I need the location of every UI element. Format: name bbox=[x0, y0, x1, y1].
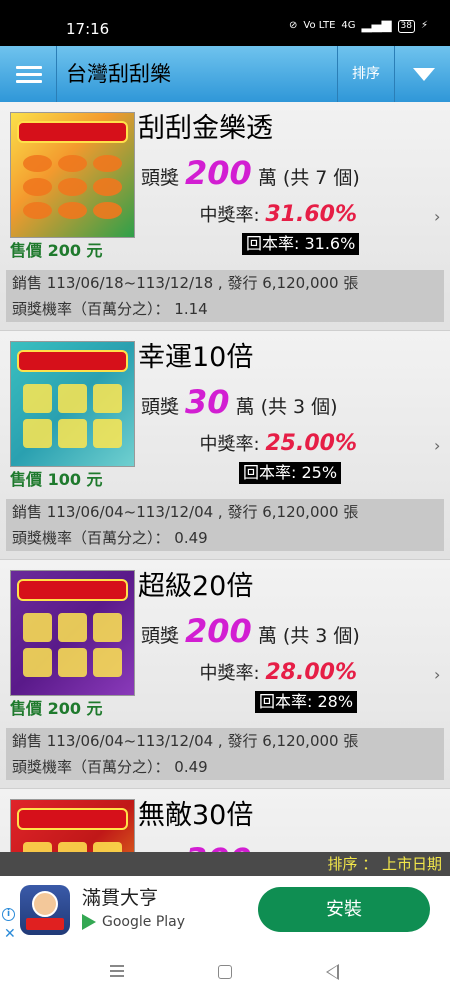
prize-amount: 30 bbox=[185, 383, 230, 421]
status-time: 17:16 bbox=[66, 20, 110, 38]
ticket-list[interactable]: 刮刮金樂透 頭獎 200 萬 (共 7 個) 中獎率: 31.60% 回本率: 31… bbox=[0, 102, 450, 852]
return-rate: 回本率: 25% bbox=[239, 462, 342, 484]
ad-close-icon[interactable]: ✕ bbox=[4, 926, 16, 942]
home-button[interactable] bbox=[218, 965, 232, 979]
ticket-card[interactable]: 刮刮金樂透 頭獎 200 萬 (共 7 個) 中獎率: 31.60% 回本率: 31… bbox=[0, 102, 450, 331]
ticket-info: 銷售 113/06/18~113/12/18 , 發行 6,120,000 張 … bbox=[6, 270, 444, 322]
ticket-image bbox=[10, 112, 135, 238]
prize-amount: 200 bbox=[185, 612, 252, 650]
win-rate-value: 25.00% bbox=[265, 431, 357, 456]
ticket-name: 超級20倍 bbox=[138, 571, 254, 602]
ticket-price: 售價 200 元 bbox=[10, 241, 103, 260]
prize-prefix: 頭獎 bbox=[141, 396, 180, 418]
ad-app-icon-face bbox=[32, 891, 58, 917]
ticket-image bbox=[10, 570, 135, 696]
win-rate-label: 中獎率: bbox=[199, 663, 260, 684]
ticket-card[interactable]: 無敵30倍 頭獎300 bbox=[0, 789, 450, 852]
app-title: 台灣刮刮樂 bbox=[66, 62, 171, 86]
do-not-disturb-icon: ⊘ bbox=[289, 20, 298, 31]
menu-icon bbox=[16, 66, 42, 69]
recent-apps-button[interactable] bbox=[110, 965, 124, 977]
chevron-down-icon[interactable] bbox=[394, 46, 450, 102]
ticket-price: 售價 100 元 bbox=[10, 470, 103, 489]
sale-period: 銷售 113/06/04~113/12/04 , 發行 6,120,000 張 bbox=[12, 732, 359, 750]
signal-icon: ▂▄▆ bbox=[361, 18, 392, 33]
prize-suffix: 萬 (共 3 個) bbox=[235, 396, 338, 418]
app-screen: 17:16 ⊘ Vo LTE 4G ▂▄▆ 38 ⚡ 台灣刮刮樂 排序 刮刮金樂… bbox=[0, 0, 450, 1000]
prize-prefix: 頭獎 bbox=[141, 625, 180, 647]
ad-app-icon[interactable] bbox=[20, 885, 70, 935]
ticket-image-grid bbox=[23, 613, 122, 677]
back-button[interactable] bbox=[326, 964, 339, 980]
status-bar: 17:16 ⊘ Vo LTE 4G ▂▄▆ 38 ⚡ bbox=[0, 0, 450, 46]
ticket-name: 刮刮金樂透 bbox=[138, 113, 273, 144]
ad-store: Google Play bbox=[82, 913, 185, 931]
sort-footer: 排序 ： 上市日期 bbox=[0, 852, 450, 876]
chevron-right-icon: › bbox=[434, 436, 441, 455]
chevron-right-icon: › bbox=[434, 665, 441, 684]
sale-period: 銷售 113/06/04~113/12/04 , 發行 6,120,000 張 bbox=[12, 503, 359, 521]
ticket-card[interactable]: 超級20倍 頭獎 200 萬 (共 3 個) 中獎率: 28.00% 回本率: 28… bbox=[0, 560, 450, 789]
ticket-image bbox=[10, 799, 135, 852]
prize-suffix: 萬 (共 3 個) bbox=[257, 625, 360, 647]
ticket-image-banner bbox=[17, 350, 128, 372]
return-rate: 回本率: 28% bbox=[255, 691, 358, 713]
network-type: 4G bbox=[341, 20, 356, 31]
ticket-image-grid bbox=[23, 842, 122, 852]
ticket-image-grid bbox=[23, 155, 122, 219]
top-prize-odds: 頭獎機率（百萬分之）： 0.49 bbox=[12, 758, 208, 776]
menu-button[interactable] bbox=[0, 46, 57, 102]
ad-store-label: Google Play bbox=[102, 914, 186, 930]
ticket-image-banner bbox=[17, 121, 128, 143]
sort-button[interactable]: 排序 bbox=[337, 46, 394, 102]
prize-line: 頭獎 200 萬 (共 3 個) bbox=[141, 615, 360, 652]
ticket-info: 銷售 113/06/04~113/12/04 , 發行 6,120,000 張 … bbox=[6, 499, 444, 551]
prize-line: 頭獎300 bbox=[141, 844, 258, 852]
menu-icon-line bbox=[16, 80, 42, 83]
app-bar: 台灣刮刮樂 排序 bbox=[0, 46, 450, 102]
prize-line: 頭獎 30 萬 (共 3 個) bbox=[141, 386, 338, 423]
sale-period: 銷售 113/06/18~113/12/18 , 發行 6,120,000 張 bbox=[12, 274, 359, 292]
ticket-image-grid bbox=[23, 384, 122, 448]
top-prize-odds: 頭獎機率（百萬分之）： 1.14 bbox=[12, 300, 208, 318]
status-icons: ⊘ Vo LTE 4G ▂▄▆ 38 ⚡ bbox=[289, 19, 428, 33]
prize-amount: 200 bbox=[185, 154, 252, 192]
install-button[interactable]: 安裝 bbox=[258, 887, 430, 932]
ticket-name: 無敵30倍 bbox=[138, 800, 254, 831]
volte-icon: Vo LTE bbox=[303, 20, 336, 31]
win-rate-label: 中獎率: bbox=[199, 434, 260, 455]
win-rate: 中獎率: 25.00% bbox=[200, 431, 357, 458]
top-prize-odds: 頭獎機率（百萬分之）： 0.49 bbox=[12, 529, 208, 547]
prize-suffix: 萬 (共 7 個) bbox=[257, 167, 360, 189]
charging-icon: ⚡ bbox=[420, 20, 428, 31]
ad-app-icon-slots bbox=[26, 918, 64, 930]
ad-banner[interactable]: i ✕ 滿貫大亨 Google Play 安裝 bbox=[0, 876, 450, 942]
ad-app-name[interactable]: 滿貫大亨 bbox=[82, 886, 158, 910]
ticket-image-banner bbox=[17, 579, 128, 601]
win-rate-value: 28.00% bbox=[265, 660, 357, 685]
battery-icon: 38 bbox=[397, 19, 415, 33]
win-rate: 中獎率: 28.00% bbox=[200, 660, 357, 687]
prize-line: 頭獎 200 萬 (共 7 個) bbox=[141, 157, 360, 194]
ticket-image bbox=[10, 341, 135, 467]
prize-amount: 300 bbox=[179, 841, 258, 852]
ticket-price: 售價 200 元 bbox=[10, 699, 103, 718]
win-rate-label: 中獎率: bbox=[199, 205, 260, 226]
ticket-info: 銷售 113/06/04~113/12/04 , 發行 6,120,000 張 … bbox=[6, 728, 444, 780]
ticket-name: 幸運10倍 bbox=[138, 342, 254, 373]
ad-info-icon[interactable]: i bbox=[2, 908, 15, 921]
prize-prefix: 頭獎 bbox=[141, 167, 180, 189]
win-rate: 中獎率: 31.60% bbox=[200, 202, 357, 229]
google-play-icon bbox=[82, 914, 96, 930]
ticket-card[interactable]: 幸運10倍 頭獎 30 萬 (共 3 個) 中獎率: 25.00% 回本率: 25%… bbox=[0, 331, 450, 560]
ticket-image-banner bbox=[17, 808, 128, 830]
chevron-right-icon: › bbox=[434, 207, 441, 226]
return-rate: 回本率: 31.6% bbox=[242, 233, 360, 255]
win-rate-value: 31.60% bbox=[265, 202, 357, 227]
menu-icon-line bbox=[16, 73, 42, 76]
system-nav-bar bbox=[0, 942, 450, 1000]
